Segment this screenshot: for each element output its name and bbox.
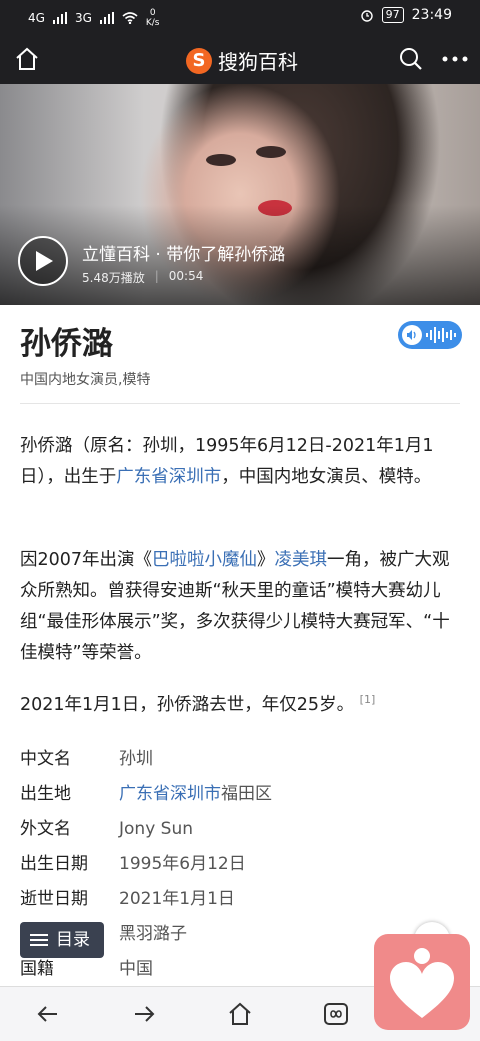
video-title[interactable]: 立懂百科 · 带你了解孙侨潞: [82, 240, 285, 265]
status-bar: 4G 3G 0 K/s 97 23:49: [0, 0, 480, 34]
signal-bars-icon: [99, 12, 114, 24]
brand-logo: S 搜狗百科: [186, 46, 298, 75]
info-value-rest: 福田区: [221, 784, 272, 804]
info-value: 黑羽潞子: [119, 924, 187, 944]
info-key: 出生地: [20, 784, 71, 804]
heart-icon: [390, 948, 454, 1018]
show-link[interactable]: 巴啦啦小魔仙: [152, 550, 257, 570]
summary-paragraph-2: 因2007年出演《巴啦啦小魔仙》凌美琪一角，被广大观众所熟知。曾获得安迪斯“秋天…: [20, 545, 464, 669]
divider: [20, 403, 460, 404]
toc-label: 目录: [56, 930, 90, 950]
info-value: 广东省深圳市福田区: [119, 777, 272, 812]
speaker-icon: [402, 325, 422, 345]
signal-1-label: 4G: [28, 11, 45, 25]
signal-2-label: 3G: [74, 11, 92, 25]
network-speed: 0 K/s: [146, 8, 160, 28]
info-key: 出生日期: [20, 854, 88, 874]
audio-wave-icon: [426, 327, 456, 343]
audio-read-button[interactable]: [398, 321, 462, 349]
info-row-chinese-name: 中文名 孙圳: [20, 742, 460, 777]
info-key: 逝世日期: [20, 889, 88, 909]
home-icon[interactable]: [14, 46, 40, 72]
summary-text: 2021年1月1日，孙侨潞去世，年仅25岁。: [20, 695, 355, 715]
info-row-birthplace: 出生地 广东省深圳市福田区: [20, 777, 460, 812]
infinity-tabs-icon[interactable]: [323, 1001, 349, 1027]
info-row-foreign-name: 外文名 Jony Sun: [20, 812, 460, 847]
battery-indicator: 97: [381, 7, 404, 23]
brand-name: 搜狗百科: [218, 50, 298, 74]
info-value: 中国: [119, 959, 153, 979]
search-icon[interactable]: [398, 46, 424, 72]
video-thumbnail-detail: [256, 146, 286, 158]
arrow-right-icon[interactable]: [131, 1001, 157, 1027]
more-dots-icon[interactable]: [440, 48, 470, 70]
info-value: 孙圳: [119, 749, 153, 769]
summary-text: 因2007年出演《: [20, 550, 153, 570]
info-value: 1995年6月12日: [119, 854, 246, 874]
info-row-birth-date: 出生日期 1995年6月12日: [20, 847, 460, 882]
signal-bars-icon: [52, 12, 67, 24]
app-top-bar: S 搜狗百科: [0, 34, 480, 84]
citation-link[interactable]: [1]: [360, 693, 376, 706]
info-value: 2021年1月1日: [119, 889, 235, 909]
summary-text: 》: [257, 550, 275, 570]
role-link[interactable]: 凌美琪: [275, 550, 328, 570]
video-meta-separator: |: [154, 269, 159, 283]
wifi-icon: [122, 12, 138, 24]
arrow-left-icon[interactable]: [35, 1001, 61, 1027]
play-icon: [36, 251, 53, 271]
home-icon[interactable]: [227, 1001, 253, 1027]
info-key: 中文名: [20, 749, 71, 769]
birthplace-link[interactable]: 广东省深圳市: [116, 467, 221, 487]
video-meta: 5.48万播放 | 00:54: [82, 269, 203, 286]
alarm-icon: [360, 10, 373, 22]
info-key: 外文名: [20, 819, 71, 839]
birthplace-link[interactable]: 广东省深圳市: [119, 784, 221, 804]
brand-logo-mark: S: [186, 47, 212, 74]
info-value: Jony Sun: [119, 819, 193, 839]
summary-text: ，中国内地女演员、模特。: [221, 467, 432, 487]
video-duration: 00:54: [168, 269, 204, 283]
summary-paragraph-3: 2021年1月1日，孙侨潞去世，年仅25岁。 [1]: [20, 690, 464, 721]
play-button[interactable]: [18, 236, 68, 286]
entry-subtitle: 中国内地女演员,模特: [20, 372, 151, 388]
floating-heart-app[interactable]: [374, 934, 470, 1030]
summary-paragraph-1: 孙侨潞（原名：孙圳，1995年6月12日-2021年1月1日），出生于广东省深圳…: [20, 431, 464, 493]
speed-value: 0: [149, 8, 156, 18]
status-time: 23:49: [411, 7, 452, 23]
video-play-count: 5.48万播放: [82, 271, 145, 285]
info-row-death-date: 逝世日期 2021年1月1日: [20, 882, 460, 917]
video-thumbnail-detail: [206, 154, 236, 166]
menu-icon: [30, 934, 48, 946]
page-title: 孙侨潞: [20, 326, 113, 362]
speed-unit: K/s: [145, 18, 160, 28]
video-player[interactable]: 立懂百科 · 带你了解孙侨潞 5.48万播放 | 00:54: [0, 84, 480, 305]
toc-button[interactable]: 目录: [20, 922, 104, 958]
